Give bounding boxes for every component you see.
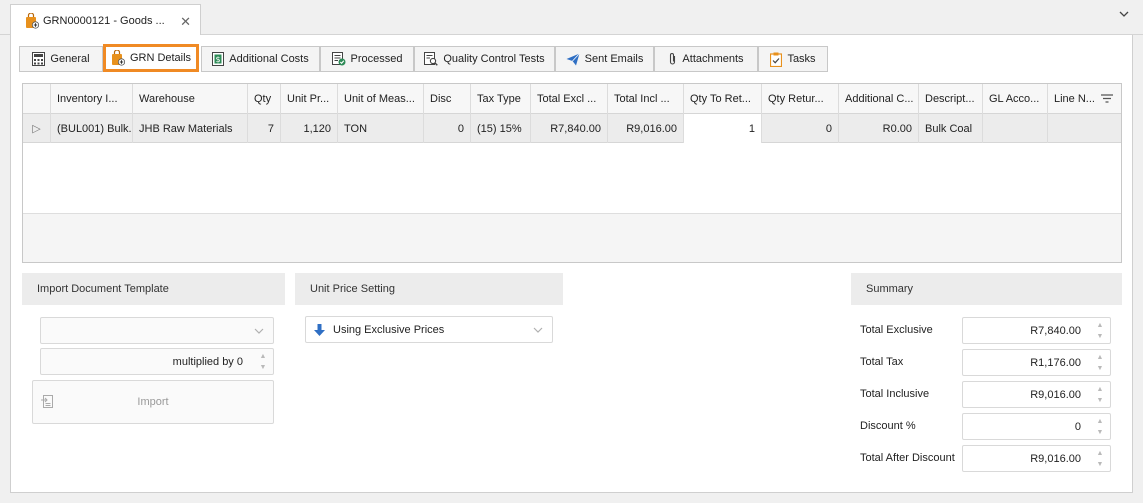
cell-qty[interactable]: 7 bbox=[248, 114, 281, 143]
column-header-total-incl[interactable]: Total Incl ... bbox=[608, 84, 684, 114]
column-header-unit-price[interactable]: Unit Pr... bbox=[281, 84, 338, 114]
tab-additional-costs[interactable]: $ Additional Costs bbox=[201, 46, 320, 72]
cell-additional-costs[interactable]: R0.00 bbox=[839, 114, 919, 143]
grid-header-row: Inventory I... Warehouse Qty Unit Pr... … bbox=[23, 84, 1121, 114]
summary-panel-header: Summary bbox=[851, 273, 1122, 305]
tab-label: Additional Costs bbox=[229, 53, 309, 65]
bag-plus-icon bbox=[25, 12, 39, 29]
column-header-description[interactable]: Descript... bbox=[919, 84, 983, 114]
template-select[interactable] bbox=[40, 317, 274, 344]
close-icon[interactable]: ✕ bbox=[180, 14, 191, 30]
tab-label: GRN Details bbox=[129, 52, 192, 64]
column-header-unit-of-measure[interactable]: Unit of Meas... bbox=[338, 84, 424, 114]
tab-attachments[interactable]: Attachments bbox=[654, 46, 758, 72]
column-header-qty[interactable]: Qty bbox=[248, 84, 281, 114]
tab-label: Sent Emails bbox=[584, 53, 644, 65]
search-doc-icon bbox=[424, 52, 439, 66]
spin-arrows-icon[interactable]: ▲ ▼ bbox=[1094, 321, 1106, 341]
cell-tax-type[interactable]: (15) 15% bbox=[471, 114, 531, 143]
dollar-doc-icon: $ bbox=[212, 52, 225, 66]
tab-label: Tasks bbox=[787, 53, 816, 65]
check-doc-icon bbox=[331, 52, 346, 66]
document-tab[interactable]: GRN0000121 - Goods ... ✕ bbox=[10, 4, 201, 36]
total-tax-label: Total Tax bbox=[860, 356, 904, 368]
tab-label: Quality Control Tests bbox=[443, 53, 545, 65]
paper-plane-icon bbox=[566, 52, 580, 66]
total-exclusive-label: Total Exclusive bbox=[860, 324, 933, 336]
tab-tasks[interactable]: Tasks bbox=[758, 46, 828, 72]
grn-content-panel: General GRN Details $ Additional Costs P… bbox=[10, 35, 1133, 493]
multiplier-stepper[interactable]: multiplied by 0 ▲ ▼ bbox=[40, 348, 274, 375]
spin-arrows-icon[interactable]: ▲ ▼ bbox=[1094, 353, 1106, 373]
arrow-down-icon bbox=[314, 324, 325, 336]
paperclip-icon bbox=[668, 52, 677, 66]
discount-field[interactable]: 0 ▲ ▼ bbox=[962, 413, 1111, 440]
column-header-gl-account[interactable]: GL Acco... bbox=[983, 84, 1048, 114]
table-row[interactable]: ▷ (BUL001) Bulk... JHB Raw Materials 7 1… bbox=[23, 114, 1121, 143]
total-after-discount-label: Total After Discount bbox=[860, 452, 955, 464]
import-button[interactable]: Import bbox=[32, 380, 274, 424]
tab-label: Attachments bbox=[682, 53, 744, 65]
total-inclusive-label: Total Inclusive bbox=[860, 388, 930, 400]
spin-arrows-icon[interactable]: ▲ ▼ bbox=[1094, 385, 1106, 405]
cell-unit-price[interactable]: 1,120 bbox=[281, 114, 338, 143]
column-header-line-notes[interactable]: Line N... bbox=[1048, 84, 1121, 114]
discount-label: Discount % bbox=[860, 420, 916, 432]
column-header-disc[interactable]: Disc bbox=[424, 84, 471, 114]
total-exclusive-field[interactable]: R7,840.00 ▲ ▼ bbox=[962, 317, 1111, 344]
import-doc-icon bbox=[41, 395, 53, 409]
cell-line-notes[interactable] bbox=[1048, 114, 1121, 143]
cell-warehouse[interactable]: JHB Raw Materials bbox=[133, 114, 248, 143]
cell-unit-of-measure[interactable]: TON bbox=[338, 114, 424, 143]
unit-price-setting-select[interactable]: Using Exclusive Prices bbox=[305, 316, 553, 343]
document-tabstrip: GRN0000121 - Goods ... ✕ bbox=[0, 0, 1143, 36]
chevron-down-icon bbox=[254, 328, 264, 334]
total-after-discount-field[interactable]: R9,016.00 ▲ ▼ bbox=[962, 445, 1111, 472]
calculator-icon bbox=[32, 52, 46, 66]
grid-indicator-header bbox=[23, 84, 51, 114]
column-header-qty-returned[interactable]: Qty Retur... bbox=[762, 84, 839, 114]
column-header-qty-to-return[interactable]: Qty To Ret... bbox=[684, 84, 762, 114]
cell-total-excl[interactable]: R7,840.00 bbox=[531, 114, 608, 143]
spin-arrows-icon[interactable]: ▲ ▼ bbox=[1094, 417, 1106, 437]
cell-disc[interactable]: 0 bbox=[424, 114, 471, 143]
column-chooser-icon[interactable] bbox=[1101, 94, 1113, 103]
cell-total-incl[interactable]: R9,016.00 bbox=[608, 114, 684, 143]
cell-gl-account[interactable] bbox=[983, 114, 1048, 143]
column-header-inventory-item[interactable]: Inventory I... bbox=[51, 84, 133, 114]
total-tax-field[interactable]: R1,176.00 ▲ ▼ bbox=[962, 349, 1111, 376]
spin-arrows-icon[interactable]: ▲ ▼ bbox=[257, 352, 269, 372]
tab-label: Processed bbox=[350, 53, 403, 65]
total-inclusive-field[interactable]: R9,016.00 ▲ ▼ bbox=[962, 381, 1111, 408]
tab-sent-emails[interactable]: Sent Emails bbox=[555, 46, 654, 72]
cell-inventory-item[interactable]: (BUL001) Bulk... bbox=[51, 114, 133, 143]
clipboard-check-icon bbox=[770, 52, 783, 67]
chevron-down-icon bbox=[533, 327, 543, 333]
tab-grn-details[interactable]: GRN Details bbox=[103, 44, 199, 72]
spin-arrows-icon[interactable]: ▲ ▼ bbox=[1094, 449, 1106, 469]
column-header-warehouse[interactable]: Warehouse bbox=[133, 84, 248, 114]
tab-label: General bbox=[50, 53, 90, 65]
document-tab-title: GRN0000121 - Goods ... bbox=[43, 14, 165, 27]
grn-lines-grid: Inventory I... Warehouse Qty Unit Pr... … bbox=[22, 83, 1122, 263]
column-header-additional-costs[interactable]: Additional C... bbox=[839, 84, 919, 114]
column-header-tax-type[interactable]: Tax Type bbox=[471, 84, 531, 114]
tab-general[interactable]: General bbox=[19, 46, 103, 72]
cell-qty-returned[interactable]: 0 bbox=[762, 114, 839, 143]
tab-processed[interactable]: Processed bbox=[320, 46, 414, 72]
svg-text:$: $ bbox=[216, 55, 221, 64]
unit-price-panel-header: Unit Price Setting bbox=[295, 273, 563, 305]
cell-qty-to-return[interactable]: 1 bbox=[684, 114, 762, 143]
chevron-down-icon[interactable] bbox=[1119, 10, 1129, 21]
cell-description[interactable]: Bulk Coal bbox=[919, 114, 983, 143]
tab-quality-control-tests[interactable]: Quality Control Tests bbox=[414, 46, 555, 72]
column-header-total-excl[interactable]: Total Excl ... bbox=[531, 84, 608, 114]
import-panel-header: Import Document Template bbox=[22, 273, 285, 305]
grid-footer bbox=[23, 213, 1121, 262]
row-expand-icon[interactable]: ▷ bbox=[23, 114, 51, 143]
bag-plus-icon bbox=[111, 50, 125, 66]
